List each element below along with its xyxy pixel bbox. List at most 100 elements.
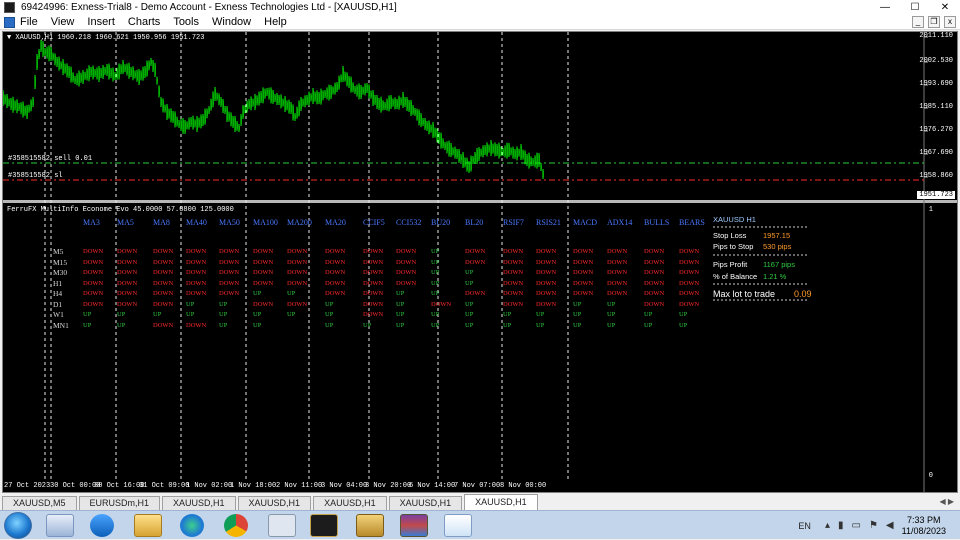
signal-cell-down: DOWN [573, 259, 594, 266]
chrome-browser-icon[interactable] [224, 514, 248, 537]
candle-body [380, 98, 382, 111]
menu-insert[interactable]: Insert [87, 16, 115, 28]
symbol-ohlc-line: ▼ XAUUSD,H1 1960.218 1960.621 1950.956 1… [7, 34, 205, 42]
volume-icon[interactable]: ◀ [886, 520, 894, 531]
menu-charts[interactable]: Charts [128, 16, 160, 28]
candle-body [300, 99, 302, 109]
candle-body [436, 130, 438, 141]
internet-explorer-icon[interactable] [90, 514, 114, 537]
tab-eurusdm-h1[interactable]: EURUSDm,H1 [78, 496, 161, 510]
tab-xauusd-h1[interactable]: XAUUSD,H1 [162, 496, 236, 510]
flag-icon[interactable]: ⚑ [869, 520, 878, 531]
tab-xauusd-h1[interactable]: XAUUSD,H1 [313, 496, 387, 510]
archive-icon[interactable] [400, 514, 428, 537]
candle-body [290, 104, 292, 112]
signal-cell-down: DOWN [536, 248, 557, 255]
tab-xauusd-h1[interactable]: XAUUSD,H1 [388, 496, 463, 510]
candle-body [342, 68, 344, 80]
paint-icon[interactable] [444, 514, 472, 537]
time-tick: 8 Nov 00:00 [500, 482, 547, 490]
candle-body [3, 92, 4, 104]
menu-window[interactable]: Window [212, 16, 251, 28]
order-sell-label[interactable]: #358515582 sell 0.01 [8, 155, 92, 163]
language-indicator[interactable]: EN [798, 521, 811, 531]
signal-cell-down: DOWN [117, 280, 138, 287]
tab-xauusd-h1[interactable]: XAUUSD,H1 [237, 496, 312, 510]
candle-body [518, 150, 520, 155]
chart-window-icon[interactable] [4, 16, 15, 28]
close-button[interactable]: ✕ [930, 0, 960, 15]
candle-body [454, 148, 456, 157]
candle-body [330, 87, 332, 97]
order-sl-label[interactable]: #358515582 sl [8, 172, 63, 180]
candle-body [470, 157, 472, 170]
candle-body [284, 98, 286, 110]
keyboard-icon[interactable] [268, 514, 296, 537]
timeframe-label: M30 [53, 268, 68, 277]
candle-body [232, 118, 234, 126]
maximize-button[interactable]: ☐ [900, 0, 930, 15]
candle-body [344, 73, 346, 80]
chart-minimize-button[interactable]: _ [912, 16, 924, 28]
tab-xauusd-h1-active[interactable]: XAUUSD,H1 [464, 494, 538, 510]
candle-body [364, 85, 366, 94]
candle-body [340, 76, 342, 81]
signal-cell-down: DOWN [83, 248, 104, 255]
chart-close-button[interactable]: x [944, 16, 956, 28]
signal-cell-up: UP [83, 311, 92, 318]
indicator-scale-bottom: 0 [928, 472, 933, 480]
menu-view[interactable]: View [51, 16, 75, 28]
menu-help[interactable]: Help [264, 16, 287, 28]
tab-xauusd-m5[interactable]: XAUUSD,M5 [2, 496, 77, 510]
signal-cell-up: UP [607, 311, 616, 318]
start-button[interactable] [4, 512, 32, 539]
network-icon[interactable]: ▮ [838, 520, 844, 531]
signal-cell-down: DOWN [679, 269, 700, 276]
battery-icon[interactable]: ▭ [851, 520, 860, 531]
tab-scroll-arrows[interactable]: ◀ ▶ [939, 497, 954, 506]
window-title: 69424996: Exness-Trial8 - Demo Account -… [21, 2, 397, 13]
system-clock[interactable]: 7:33 PM 11/08/2023 [902, 515, 946, 537]
signal-cell-down: DOWN [219, 280, 240, 287]
signal-cell-down: DOWN [253, 269, 274, 276]
winrar-icon[interactable] [356, 514, 384, 537]
signal-cell-down: DOWN [465, 290, 486, 297]
candle-body [196, 118, 198, 130]
signal-cell-down: DOWN [503, 248, 524, 255]
candle-body [228, 113, 230, 120]
candle-body [74, 78, 76, 82]
price-tick: 1958.860 [919, 172, 953, 180]
signal-cell-up: UP [396, 290, 405, 297]
candle-body [530, 158, 532, 165]
minimize-button[interactable]: — [870, 0, 900, 15]
exness-terminal-icon[interactable] [310, 514, 338, 537]
menu-tools[interactable]: Tools [173, 16, 199, 28]
signal-cell-down: DOWN [573, 280, 594, 287]
menu-file[interactable]: File [20, 16, 38, 28]
signal-cell-up: UP [644, 311, 653, 318]
candle-body [280, 96, 282, 107]
file-explorer-icon[interactable] [134, 514, 162, 537]
candle-body [420, 115, 422, 125]
edge-browser-icon[interactable] [180, 514, 204, 537]
candle-body [44, 50, 46, 54]
candle-body [360, 87, 362, 97]
candle-body [150, 60, 152, 64]
signal-cell-down: DOWN [363, 269, 384, 276]
tray-arrow-icon[interactable]: ▴ [825, 520, 830, 531]
signal-cell-up: UP [325, 322, 334, 329]
chart-area[interactable]: ▼ XAUUSD,H1 1960.218 1960.621 1950.956 1… [2, 31, 958, 493]
chart-restore-button[interactable]: ❐ [928, 16, 940, 28]
control-panel-icon[interactable] [46, 514, 74, 537]
candle-body [282, 100, 284, 105]
candle-body [370, 92, 372, 97]
signal-cell-up: UP [396, 322, 405, 329]
candle-body [4, 96, 6, 103]
time-tick: 31 Oct 09:00 [139, 482, 190, 490]
candle-body [302, 100, 304, 105]
candle-body [246, 102, 248, 111]
candle-body [430, 126, 432, 131]
signal-cell-up: UP [431, 311, 440, 318]
candle-body [504, 147, 506, 156]
pips-profit-value: 1167 pips [763, 260, 795, 269]
